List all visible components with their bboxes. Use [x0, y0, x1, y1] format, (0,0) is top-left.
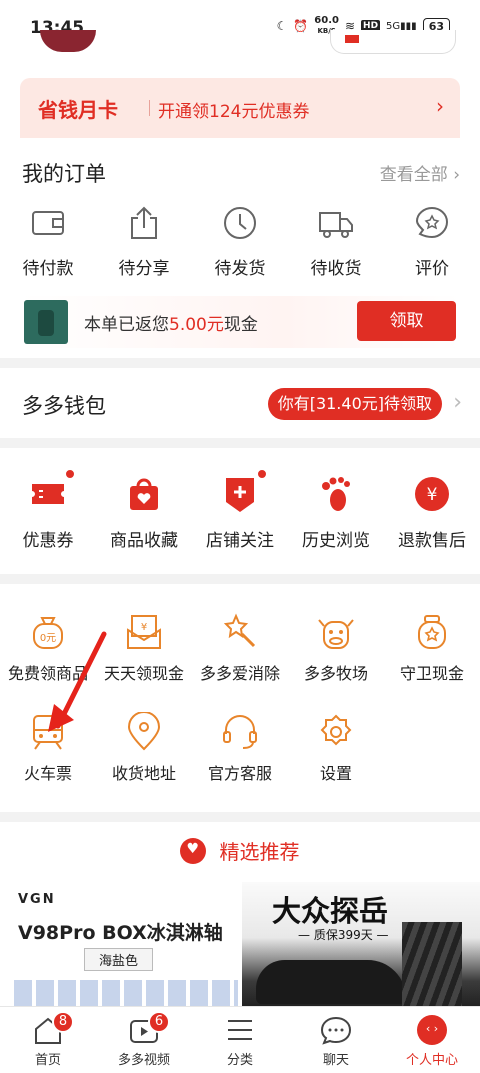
profile-icon: ‹ ›: [417, 1015, 447, 1045]
service-guard-cash[interactable]: 守卫现金: [384, 612, 480, 684]
product-feed: VGN V98Pro BOX冰淇淋轴 海盐色 大众探岳 — 质保399天 —: [0, 882, 480, 1006]
heart-icon: [180, 837, 207, 864]
product-card[interactable]: VGN V98Pro BOX冰淇淋轴 海盐色: [0, 882, 238, 1006]
recommend-header: 精选推荐: [0, 822, 480, 882]
tool-coupons[interactable]: 优惠券: [0, 468, 96, 551]
order-pending-share[interactable]: 待分享: [104, 204, 184, 279]
favorite-bag-icon: [130, 478, 158, 510]
chat-icon: [320, 1016, 352, 1045]
product-thumbnail[interactable]: [24, 300, 68, 344]
order-review[interactable]: 评价: [392, 204, 472, 279]
service-customer-support[interactable]: 官方客服: [192, 712, 288, 784]
refund-icon: ¥: [415, 477, 449, 511]
tab-profile[interactable]: ‹ › 个人中心: [384, 1007, 480, 1073]
tool-favorites[interactable]: 商品收藏: [96, 474, 192, 551]
claim-cashback-button[interactable]: 领取: [357, 301, 456, 341]
star-wand-icon: [223, 613, 256, 648]
orders-section: 我的订单 查看全部 › 待付款 待分享 待发货 待收货 评价 本单已返您5.00…: [0, 138, 480, 358]
orders-title: 我的订单: [22, 162, 106, 186]
product-headline: 大众探岳: [272, 894, 389, 928]
headset-icon: [223, 715, 257, 749]
keyboard-image: [14, 980, 238, 1006]
cow-icon: [318, 619, 354, 649]
product-name: V98Pro BOX冰淇淋轴: [18, 922, 223, 944]
order-pending-payment[interactable]: 待付款: [8, 204, 88, 279]
tab-chat[interactable]: 聊天: [288, 1007, 384, 1073]
order-pending-shipment[interactable]: 待发货: [200, 204, 280, 279]
cashback-notice: 本单已返您5.00元现金 领取: [20, 296, 460, 348]
wallet-pending-badge[interactable]: 你有[31.40元]待领取: [267, 388, 442, 420]
chevron-right-icon: ›: [436, 94, 444, 118]
truck-icon: [319, 212, 353, 238]
clock-icon: [224, 207, 256, 239]
wiper-blade-image: [402, 922, 462, 1006]
alarm-icon: ⏰: [293, 19, 309, 33]
location-icon: [127, 711, 161, 751]
share-icon: [131, 206, 157, 239]
svg-text:¥: ¥: [141, 622, 147, 633]
tool-refund[interactable]: ¥ 退款售后: [384, 474, 480, 551]
wallet-icon: [32, 211, 64, 235]
store-follow-icon: [226, 478, 254, 512]
moon-icon: ☾: [276, 19, 288, 33]
tab-badge: 8: [52, 1011, 74, 1033]
order-pending-receipt[interactable]: 待收货: [296, 204, 376, 279]
wallet-section[interactable]: 多多钱包 你有[31.40元]待领取 ›: [0, 368, 480, 438]
chevron-right-icon: ›: [453, 390, 462, 415]
product-subtitle: — 质保399天 —: [298, 928, 389, 942]
svg-text:¥: ¥: [427, 485, 438, 505]
wallet-title: 多多钱包: [22, 394, 106, 418]
recommend-title: 精选推荐: [219, 840, 300, 864]
divider: [149, 100, 150, 116]
tab-home[interactable]: 8 首页: [0, 1007, 96, 1073]
tab-badge: 6: [148, 1011, 170, 1033]
monthly-card-title: 省钱月卡: [38, 98, 118, 122]
monthly-card-banner[interactable]: 省钱月卡 开通领124元优惠券 ›: [20, 78, 460, 138]
daily-cash-icon: ¥: [127, 615, 161, 649]
monthly-card-subtitle: 开通领124元优惠券: [158, 102, 310, 122]
coupon-icon: [32, 484, 64, 504]
footprint-icon: [322, 477, 350, 511]
annotation-arrow-icon: [48, 631, 107, 732]
cashback-text: 本单已返您5.00元现金: [84, 315, 258, 335]
bottom-tab-bar: 8 首页 6 多多视频 分类 聊天 ‹ › 个人中心: [0, 1006, 480, 1073]
product-tag: 海盐色: [84, 948, 154, 971]
tool-followed-stores[interactable]: 店铺关注: [192, 468, 288, 551]
category-icon: [228, 1020, 252, 1040]
tool-history[interactable]: 历史浏览: [288, 474, 384, 551]
notification-dot: [256, 468, 268, 480]
monthly-card-wrap: 省钱月卡 开通领124元优惠券 ›: [0, 58, 480, 138]
service-ranch[interactable]: 多多牧场: [288, 612, 384, 684]
product-card[interactable]: 大众探岳 — 质保399天 —: [242, 882, 480, 1006]
service-eliminate-game[interactable]: 多多爱消除: [192, 612, 288, 684]
header-pill-button[interactable]: [330, 30, 456, 54]
car-image: [256, 960, 406, 1004]
review-icon: [415, 206, 449, 239]
tools-section: 优惠券 商品收藏 店铺关注 历史浏览 ¥ 退款售后: [0, 448, 480, 574]
view-all-orders-link[interactable]: 查看全部 ›: [380, 160, 460, 185]
product-brand: VGN: [18, 892, 56, 907]
tab-categories[interactable]: 分类: [192, 1007, 288, 1073]
gear-icon: [320, 714, 352, 746]
avatar[interactable]: [40, 30, 96, 52]
guard-cash-icon: [418, 615, 446, 649]
notification-dot: [64, 468, 76, 480]
tab-videos[interactable]: 6 多多视频: [96, 1007, 192, 1073]
status-bar: 13:45 ☾ ⏰ 60.0 KB/S ≋ HD 5G▮▮▮ 63: [0, 0, 480, 58]
service-settings[interactable]: 设置: [288, 712, 384, 784]
